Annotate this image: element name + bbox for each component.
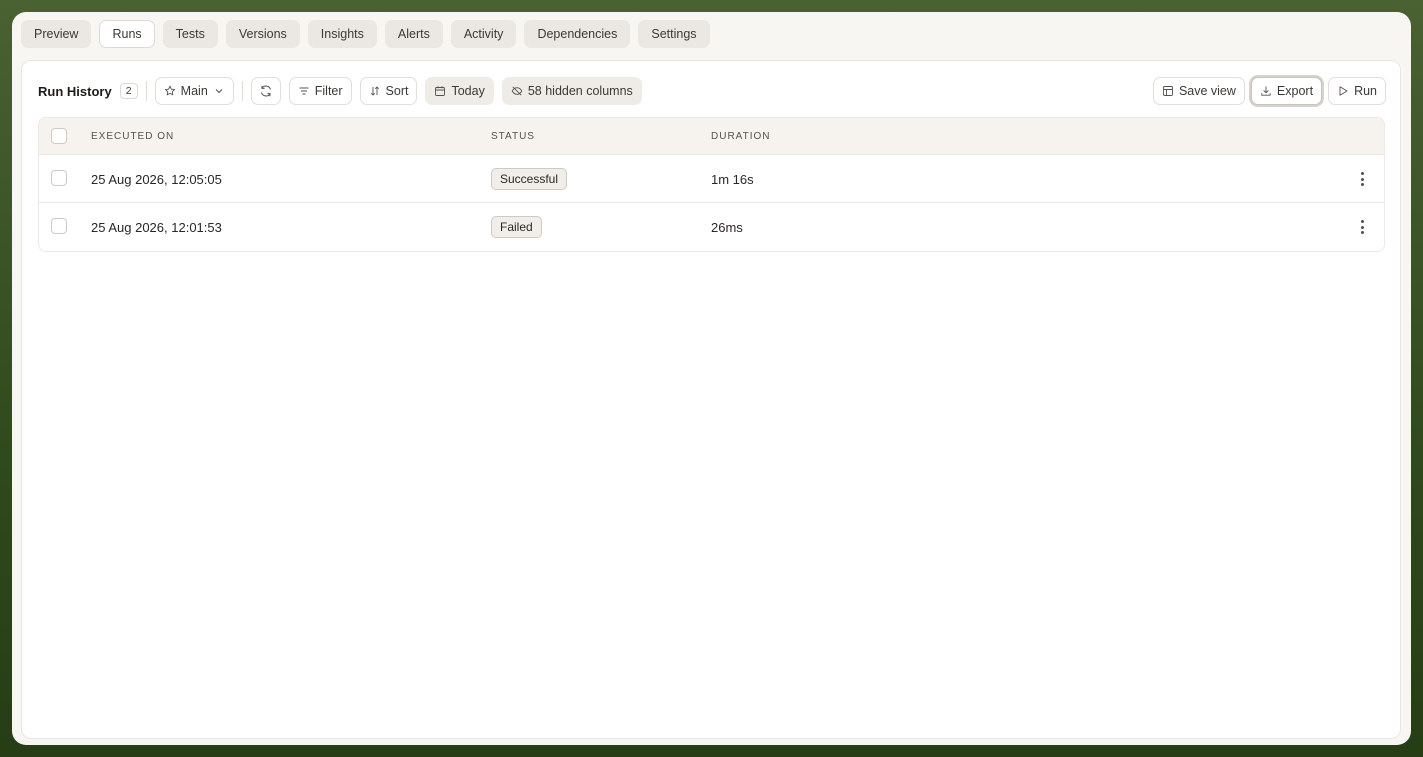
executed-on-cell: 25 Aug 2026, 12:05:05 (91, 171, 222, 187)
date-filter-label: Today (451, 84, 485, 98)
table-header: EXECUTED ON STATUS DURATION (39, 118, 1384, 155)
status-badge: Failed (491, 216, 542, 238)
calendar-icon (435, 86, 446, 96)
filter-button-label: Filter (314, 84, 343, 98)
run-button[interactable]: Run (1328, 77, 1386, 105)
save-view-label: Save view (1178, 84, 1236, 98)
toolbar: Run History 2 Main Filter Sort Today 58 … (38, 77, 1386, 105)
layout-icon (1162, 86, 1173, 96)
app-window: Preview Runs Tests Versions Insights Ale… (12, 12, 1411, 745)
refresh-button[interactable] (250, 77, 281, 105)
table-row[interactable]: 25 Aug 2026, 12:05:05 Successful 1m 16s (39, 155, 1384, 203)
tab-tests[interactable]: Tests (162, 20, 218, 48)
tab-bar: Preview Runs Tests Versions Insights Ale… (21, 20, 710, 48)
executed-on-cell: 25 Aug 2026, 12:01:53 (91, 219, 222, 235)
star-icon (164, 85, 175, 96)
tab-settings[interactable]: Settings (638, 20, 710, 48)
date-filter-button[interactable]: Today (425, 77, 494, 105)
tab-dependencies[interactable]: Dependencies (524, 20, 631, 48)
hidden-columns-button[interactable]: 58 hidden columns (501, 77, 642, 105)
sort-button-label: Sort (385, 84, 409, 98)
download-icon (1261, 86, 1271, 96)
more-vertical-icon[interactable] (1354, 218, 1370, 236)
divider (145, 81, 147, 101)
export-button[interactable]: Export (1250, 77, 1323, 105)
filter-icon (299, 87, 309, 95)
divider (241, 81, 243, 101)
export-label: Export (1276, 84, 1314, 98)
sort-button[interactable]: Sort (359, 77, 418, 105)
chevron-down-icon (215, 89, 223, 94)
hidden-columns-label: 58 hidden columns (527, 84, 633, 98)
view-selector-label: Main (180, 84, 208, 98)
duration-cell: 1m 16s (711, 171, 754, 187)
run-count-badge: 2 (119, 83, 138, 99)
select-all-checkbox[interactable] (51, 128, 67, 144)
status-badge: Successful (491, 168, 568, 190)
tab-insights[interactable]: Insights (307, 20, 377, 48)
column-header-duration[interactable]: DURATION (711, 118, 770, 155)
page-title: Run History (38, 83, 112, 99)
tab-activity[interactable]: Activity (450, 20, 517, 48)
column-header-executed-on[interactable]: EXECUTED ON (91, 118, 174, 155)
eye-off-icon (511, 86, 523, 96)
column-header-status[interactable]: STATUS (491, 118, 535, 155)
duration-cell: 26ms (711, 219, 743, 235)
runs-table: EXECUTED ON STATUS DURATION 25 Aug 2026,… (38, 117, 1385, 252)
status-cell: Successful (491, 155, 568, 203)
row-checkbox[interactable] (51, 170, 67, 186)
tab-runs[interactable]: Runs (99, 20, 155, 48)
run-history-panel: Run History 2 Main Filter Sort Today 58 … (21, 60, 1401, 739)
save-view-button[interactable]: Save view (1152, 77, 1245, 105)
run-label: Run (1354, 84, 1377, 98)
more-vertical-icon[interactable] (1354, 170, 1370, 188)
filter-button[interactable]: Filter (288, 77, 352, 105)
tab-alerts[interactable]: Alerts (384, 20, 443, 48)
sort-icon (370, 86, 379, 96)
play-icon (1339, 86, 1348, 96)
tab-versions[interactable]: Versions (225, 20, 300, 48)
table-row[interactable]: 25 Aug 2026, 12:01:53 Failed 26ms (39, 203, 1384, 251)
refresh-icon (260, 85, 271, 97)
tab-preview[interactable]: Preview (21, 20, 92, 48)
row-checkbox[interactable] (51, 218, 67, 234)
view-selector[interactable]: Main (154, 77, 234, 105)
status-cell: Failed (491, 203, 542, 251)
